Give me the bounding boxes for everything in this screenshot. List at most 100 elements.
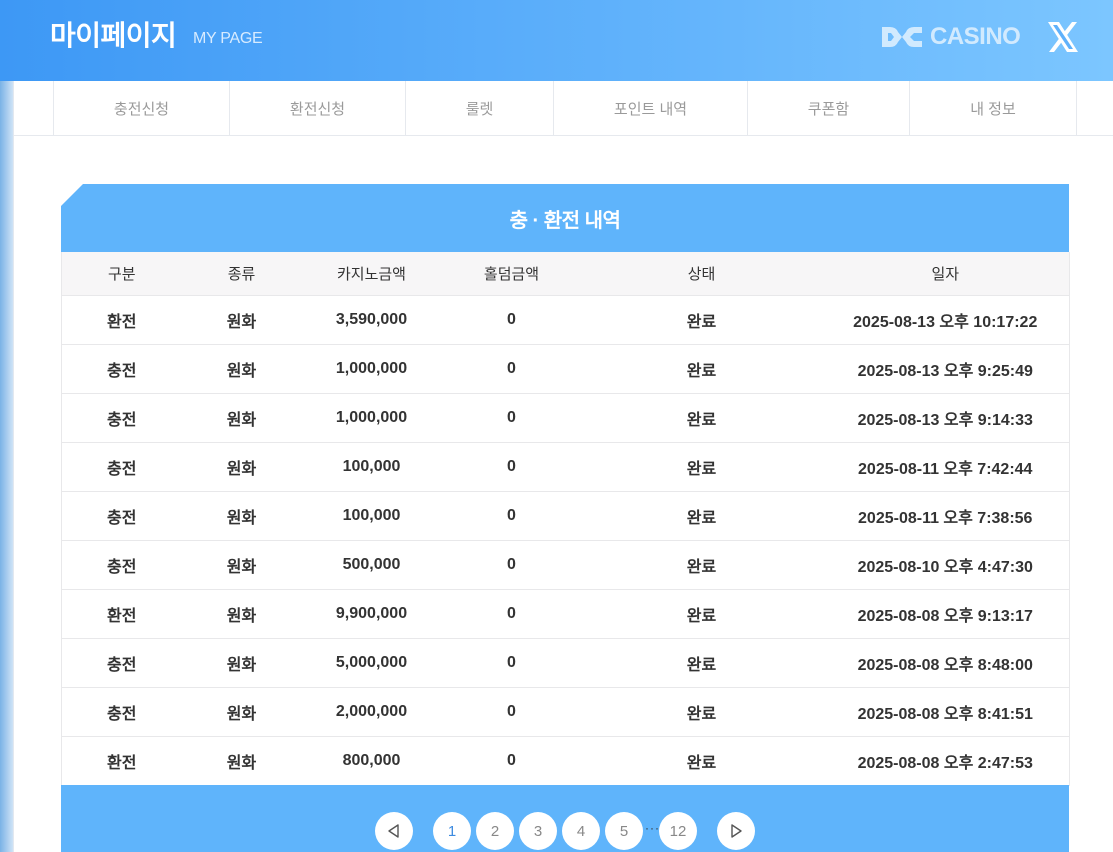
pagination-ellipsis: ··· bbox=[645, 821, 660, 835]
column-header-type: 구분 bbox=[61, 252, 182, 296]
cell-kind: 원화 bbox=[181, 736, 302, 786]
table-row: 충전 원화 100,000 0 완료 2025-08-11 오후 7:38:56 bbox=[61, 491, 1070, 541]
cell-status: 완료 bbox=[581, 736, 822, 786]
cell-casino-amount: 100,000 bbox=[301, 442, 442, 492]
page-button-1[interactable]: 1 bbox=[433, 812, 471, 850]
tab-point-history[interactable]: 포인트 내역 bbox=[553, 81, 747, 135]
page-button-3[interactable]: 3 bbox=[519, 812, 557, 850]
page-button-4[interactable]: 4 bbox=[562, 812, 600, 850]
table-row: 충전 원화 1,000,000 0 완료 2025-08-13 오후 9:25:49 bbox=[61, 344, 1070, 394]
cell-holdem-amount: 0 bbox=[441, 344, 582, 394]
cell-date: 2025-08-11 오후 7:38:56 bbox=[821, 491, 1070, 541]
cell-casino-amount: 800,000 bbox=[301, 736, 442, 786]
cell-status: 완료 bbox=[581, 295, 822, 345]
cell-date: 2025-08-08 오후 8:48:00 bbox=[821, 638, 1070, 688]
pagination: 1 2 3 4 5 ··· 12 bbox=[61, 785, 1069, 852]
cell-casino-amount: 100,000 bbox=[301, 491, 442, 541]
cell-holdem-amount: 0 bbox=[441, 393, 582, 443]
cell-type: 충전 bbox=[61, 540, 182, 590]
cell-status: 완료 bbox=[581, 589, 822, 639]
cell-casino-amount: 500,000 bbox=[301, 540, 442, 590]
table-row: 환전 원화 800,000 0 완료 2025-08-08 오후 2:47:53 bbox=[61, 736, 1070, 786]
cell-date: 2025-08-10 오후 4:47:30 bbox=[821, 540, 1070, 590]
cell-holdem-amount: 0 bbox=[441, 491, 582, 541]
cell-type: 충전 bbox=[61, 393, 182, 443]
cell-type: 환전 bbox=[61, 589, 182, 639]
column-header-holdem-amount: 홀덤금액 bbox=[441, 252, 582, 296]
cell-kind: 원화 bbox=[181, 295, 302, 345]
left-edge-strip bbox=[0, 81, 14, 852]
transaction-history-panel: 충 · 환전 내역 구분 종류 카지노금액 홀덤금액 상태 일자 환전 원화 3,5… bbox=[61, 184, 1070, 852]
tab-my-info[interactable]: 내 정보 bbox=[909, 81, 1077, 135]
panel-header: 충 · 환전 내역 bbox=[61, 184, 1069, 252]
cell-type: 충전 bbox=[61, 638, 182, 688]
table-header-row: 구분 종류 카지노금액 홀덤금액 상태 일자 bbox=[61, 252, 1070, 296]
cell-casino-amount: 3,590,000 bbox=[301, 295, 442, 345]
cell-type: 환전 bbox=[61, 295, 182, 345]
cell-casino-amount: 1,000,000 bbox=[301, 344, 442, 394]
panel-title: 충 · 환전 내역 bbox=[509, 209, 621, 232]
logo-text: CASINO bbox=[930, 23, 1021, 50]
page-header: 마이페이지 MY PAGE CASINO bbox=[0, 0, 1113, 81]
next-page-button[interactable] bbox=[717, 812, 755, 850]
cell-type: 충전 bbox=[61, 491, 182, 541]
tab-withdraw-request[interactable]: 환전신청 bbox=[229, 81, 405, 135]
cell-date: 2025-08-08 오후 8:41:51 bbox=[821, 687, 1070, 737]
cell-status: 완료 bbox=[581, 442, 822, 492]
cell-date: 2025-08-08 오후 9:13:17 bbox=[821, 589, 1070, 639]
cell-kind: 원화 bbox=[181, 687, 302, 737]
cell-status: 완료 bbox=[581, 687, 822, 737]
cell-kind: 원화 bbox=[181, 638, 302, 688]
page-button-5[interactable]: 5 bbox=[605, 812, 643, 850]
tab-roulette[interactable]: 룰렛 bbox=[405, 81, 553, 135]
cell-kind: 원화 bbox=[181, 344, 302, 394]
column-header-date: 일자 bbox=[821, 252, 1070, 296]
tab-coupons[interactable]: 쿠폰함 bbox=[747, 81, 909, 135]
cell-type: 충전 bbox=[61, 344, 182, 394]
tab-charge-request[interactable]: 충전신청 bbox=[53, 81, 229, 135]
column-header-status: 상태 bbox=[581, 252, 822, 296]
cell-kind: 원화 bbox=[181, 589, 302, 639]
table-row: 환전 원화 9,900,000 0 완료 2025-08-08 오후 9:13:17 bbox=[61, 589, 1070, 639]
cell-status: 완료 bbox=[581, 491, 822, 541]
prev-page-button[interactable] bbox=[375, 812, 413, 850]
table-row: 충전 원화 2,000,000 0 완료 2025-08-08 오후 8:41:51 bbox=[61, 687, 1070, 737]
cell-type: 충전 bbox=[61, 687, 182, 737]
cell-date: 2025-08-11 오후 7:42:44 bbox=[821, 442, 1070, 492]
column-header-casino-amount: 카지노금액 bbox=[301, 252, 442, 296]
cell-holdem-amount: 0 bbox=[441, 589, 582, 639]
table-row: 충전 원화 1,000,000 0 완료 2025-08-13 오후 9:14:33 bbox=[61, 393, 1070, 443]
table-row: 환전 원화 3,590,000 0 완료 2025-08-13 오후 10:17:22 bbox=[61, 295, 1070, 345]
dc-logo-icon bbox=[882, 27, 922, 47]
cell-holdem-amount: 0 bbox=[441, 442, 582, 492]
page-button-last[interactable]: 12 bbox=[659, 812, 697, 850]
cell-date: 2025-08-13 오후 10:17:22 bbox=[821, 295, 1070, 345]
cell-holdem-amount: 0 bbox=[441, 638, 582, 688]
cell-holdem-amount: 0 bbox=[441, 687, 582, 737]
cell-date: 2025-08-13 오후 9:25:49 bbox=[821, 344, 1070, 394]
cell-casino-amount: 9,900,000 bbox=[301, 589, 442, 639]
page-subtitle: MY PAGE bbox=[193, 30, 263, 47]
close-button[interactable] bbox=[1044, 18, 1082, 56]
cell-kind: 원화 bbox=[181, 540, 302, 590]
cell-holdem-amount: 0 bbox=[441, 295, 582, 345]
casino-logo: CASINO bbox=[880, 22, 1021, 52]
cell-status: 완료 bbox=[581, 540, 822, 590]
cell-holdem-amount: 0 bbox=[441, 736, 582, 786]
cell-status: 완료 bbox=[581, 344, 822, 394]
table-row: 충전 원화 5,000,000 0 완료 2025-08-08 오후 8:48:00 bbox=[61, 638, 1070, 688]
cell-type: 충전 bbox=[61, 442, 182, 492]
triangle-right-icon bbox=[731, 824, 742, 838]
cell-type: 환전 bbox=[61, 736, 182, 786]
cell-date: 2025-08-13 오후 9:14:33 bbox=[821, 393, 1070, 443]
column-header-kind: 종류 bbox=[181, 252, 302, 296]
cell-status: 완료 bbox=[581, 393, 822, 443]
mypage-tabs: 충전신청 환전신청 룰렛 포인트 내역 쿠폰함 내 정보 bbox=[14, 81, 1113, 136]
transaction-table: 구분 종류 카지노금액 홀덤금액 상태 일자 환전 원화 3,590,000 0 완료 2… bbox=[61, 252, 1070, 786]
cell-casino-amount: 5,000,000 bbox=[301, 638, 442, 688]
table-row: 충전 원화 100,000 0 완료 2025-08-11 오후 7:42:44 bbox=[61, 442, 1070, 492]
x-close-icon bbox=[1048, 22, 1078, 52]
cell-kind: 원화 bbox=[181, 442, 302, 492]
page-button-2[interactable]: 2 bbox=[476, 812, 514, 850]
cell-casino-amount: 1,000,000 bbox=[301, 393, 442, 443]
